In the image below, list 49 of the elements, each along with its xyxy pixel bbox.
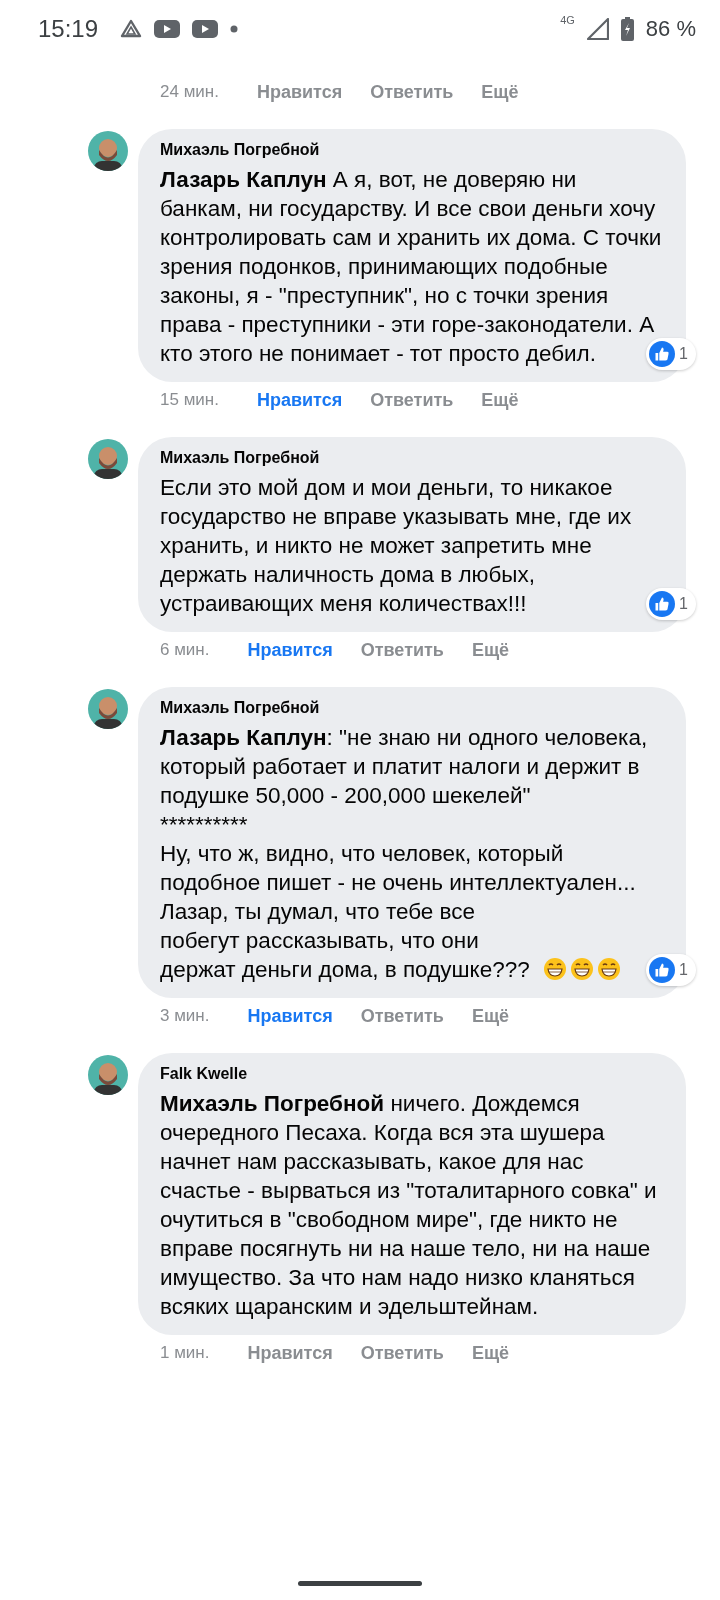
- comment-text: Ну, что ж, видно, что человек, который подобное пишет - не очень интеллектуален...: [160, 841, 636, 895]
- grinning-face-icon: [570, 957, 595, 981]
- like-link[interactable]: Нравится: [247, 1006, 333, 1027]
- comment-time: 6 мин.: [160, 640, 210, 661]
- comment-time: 15 мин.: [160, 390, 219, 411]
- comment-text: Михаэль Погребной ничего. Дождемся очередного Песаха. Когда вся эта шушера начнет нам рассказывать, какое для нас счастье - вырваться из "тоталитарного совка" и очутиться в "свободном мире", где никто не вправе посягнуть ни на наше тело, ни на наше имущество. За что нам надо низко кланяться всяких щаранским и эдельштейнам.: [160, 1091, 657, 1319]
- thumbs-up-icon: [649, 591, 676, 617]
- dot-icon: [230, 25, 239, 33]
- more-link[interactable]: Ещё: [471, 1006, 510, 1027]
- battery-icon: [620, 17, 634, 41]
- reply-link[interactable]: Ответить: [360, 1006, 444, 1027]
- like-link[interactable]: Нравится: [256, 390, 343, 411]
- comment-time: 24 мин.: [160, 82, 219, 103]
- like-link[interactable]: Нравится: [256, 82, 343, 103]
- network-type: 4G: [560, 14, 575, 26]
- more-link[interactable]: Ещё: [471, 640, 510, 661]
- reply-link[interactable]: Ответить: [360, 640, 444, 661]
- battery-level: 86 %: [645, 16, 696, 42]
- author-name[interactable]: Falk Kwelle: [160, 1065, 664, 1083]
- drive-icon: [120, 19, 143, 39]
- reply-link[interactable]: Ответить: [370, 390, 454, 411]
- comment-text: **********: [160, 812, 248, 837]
- thumbs-up-icon: [649, 957, 676, 983]
- thumbs-up-icon: [649, 341, 676, 367]
- like-link[interactable]: Нравится: [247, 640, 333, 661]
- like-link[interactable]: Нравится: [247, 1343, 333, 1364]
- signal-icon: [586, 18, 609, 40]
- grinning-face-icon: [597, 957, 622, 981]
- gesture-bar[interactable]: [298, 1580, 422, 1586]
- comment-time: 1 мин.: [160, 1343, 210, 1364]
- comment-text: Лазарь Каплун: "не знаю ни одного человека, который работает и платит налоги и держит в подушке 50,000 - 200,000 шекелей": [160, 725, 648, 808]
- comment-text: Если это мой дом и мои деньги, то никакое государство не вправе указывать мне, где их хранить, и никто не может запретить мне держать наличность дома в любых, устраивающих меня количествах!!!: [160, 475, 632, 616]
- reply-link[interactable]: Ответить: [370, 82, 454, 103]
- comment-text: Лазар, ты думал, что тебе все побегут рассказывать, что они держат деньги дома, в подушке???: [160, 898, 531, 984]
- author-name[interactable]: Михаэль Погребной: [160, 141, 664, 159]
- video-play-icon: [154, 19, 181, 39]
- video-play-icon: [192, 19, 219, 39]
- reply-link[interactable]: Ответить: [360, 1343, 444, 1364]
- reaction-badge[interactable]: 1: [646, 954, 696, 986]
- reaction-badge[interactable]: 1: [646, 588, 696, 620]
- clock: 15:19: [38, 15, 99, 43]
- comment-time: 3 мин.: [160, 1006, 210, 1027]
- reaction-badge[interactable]: 1: [646, 338, 696, 370]
- more-link[interactable]: Ещё: [481, 390, 519, 411]
- more-link[interactable]: Ещё: [481, 82, 519, 103]
- more-link[interactable]: Ещё: [471, 1343, 510, 1364]
- author-name[interactable]: Михаэль Погребной: [160, 449, 664, 467]
- grinning-face-icon: [543, 957, 568, 981]
- author-name[interactable]: Михаэль Погребной: [160, 699, 664, 717]
